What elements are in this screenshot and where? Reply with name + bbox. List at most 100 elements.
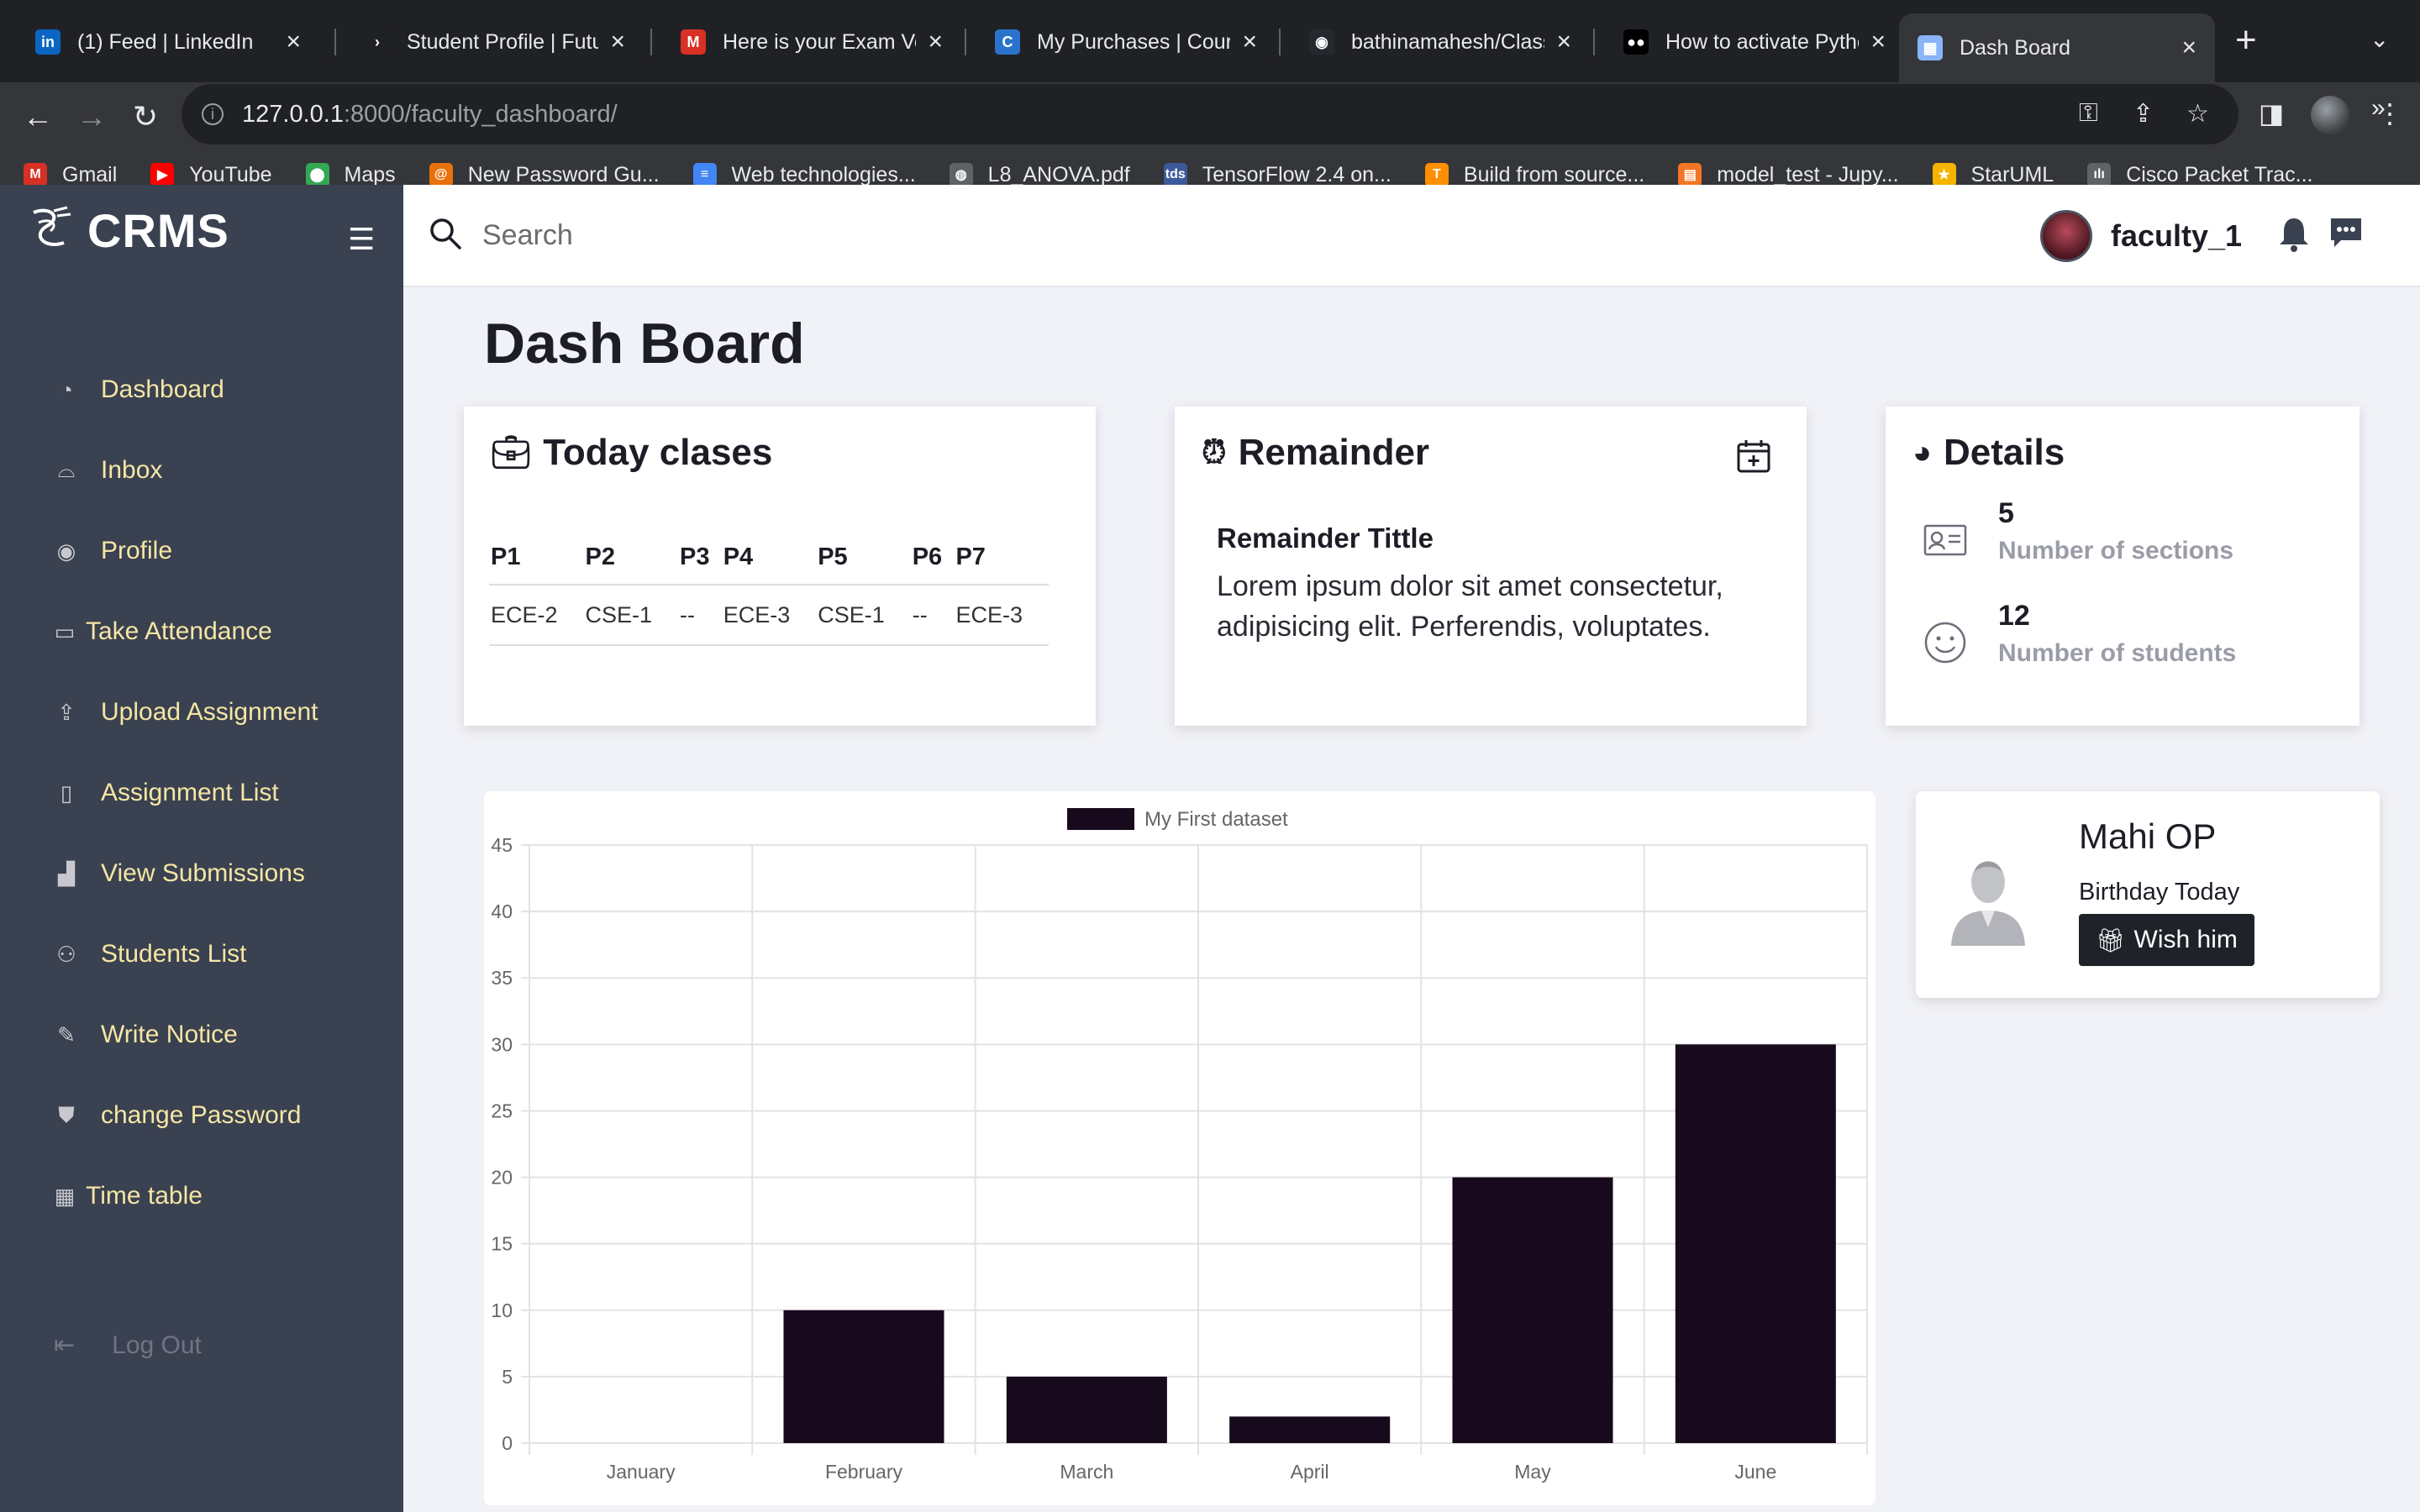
bookmark-icon: ★ bbox=[1932, 163, 1956, 186]
web-page: CRMS ☰ ◔ Dashboard ⌓ Inbox ◉ Profile ▭ Take Att… bbox=[0, 185, 2420, 1512]
students-count: 12 bbox=[1998, 600, 2030, 632]
user-circle-icon: ◉ bbox=[56, 538, 76, 564]
bookmark-item[interactable]: ▤ model_test - Jupy... bbox=[1678, 163, 1899, 187]
site-info-icon[interactable]: i bbox=[202, 103, 224, 125]
search-icon[interactable] bbox=[429, 217, 462, 250]
sections-label: Number of sections bbox=[1998, 537, 2234, 564]
bookmark-star-icon[interactable]: ☆ bbox=[2186, 99, 2209, 129]
sidebar-item-view-submissions[interactable]: ▟ View Submissions bbox=[0, 833, 403, 914]
bookmark-item[interactable]: tds TensorFlow 2.4 on... bbox=[1163, 163, 1392, 187]
user-menu[interactable]: faculty_1 bbox=[2040, 210, 2242, 262]
sidebar-item-write-notice[interactable]: ✎ Write Notice bbox=[0, 995, 403, 1075]
key-icon[interactable]: ⚿ bbox=[2079, 99, 2098, 128]
coursera-icon: C bbox=[995, 29, 1020, 55]
close-tab-icon[interactable]: × bbox=[1556, 28, 1571, 56]
class-cell: -- bbox=[910, 584, 955, 646]
bar-chart: 0 5 10 15 20 25 30 35 40 45 January February March Ap… bbox=[491, 808, 1868, 1483]
shield-icon: ⛊ bbox=[58, 1102, 75, 1127]
sidebar-item-profile[interactable]: ◉ Profile bbox=[0, 511, 403, 591]
browser-tab[interactable]: ▦ Dash Board × bbox=[1899, 13, 2215, 82]
share-icon[interactable]: ⇪ bbox=[2133, 99, 2154, 129]
students-stat: 12 Number of students bbox=[1923, 600, 2236, 668]
id-card-icon bbox=[1923, 524, 1967, 556]
close-tab-icon[interactable]: × bbox=[610, 28, 625, 56]
sidebar-item-inbox[interactable]: ⌓ Inbox bbox=[0, 430, 403, 511]
address-url[interactable]: 127.0.0.1:8000/faculty_dashboard/ bbox=[242, 101, 618, 129]
gauge-icon: ◔ bbox=[60, 376, 73, 402]
avatar[interactable] bbox=[2040, 210, 2092, 262]
period-header: P1 bbox=[491, 543, 521, 570]
bookmark-label: New Password Gu... bbox=[467, 162, 660, 186]
bookmark-item[interactable]: ▶ YouTube bbox=[150, 163, 272, 187]
back-arrow-icon[interactable]: ← bbox=[17, 99, 59, 134]
logout-icon: ⇤ bbox=[54, 1331, 76, 1359]
x-tick-label: June bbox=[1734, 1461, 1776, 1483]
medium-icon: ●● bbox=[1623, 29, 1649, 55]
address-bar[interactable]: i 127.0.0.1:8000/faculty_dashboard/ ⚿ ⇪ … bbox=[182, 84, 2238, 144]
forward-arrow-icon[interactable]: → bbox=[71, 99, 113, 134]
bookmark-item[interactable]: T Build from source... bbox=[1424, 163, 1644, 187]
menu-toggle-icon[interactable]: ☰ bbox=[348, 222, 375, 257]
class-cell: ECE-3 bbox=[721, 584, 817, 646]
chat-icon[interactable] bbox=[2328, 215, 2365, 250]
bell-icon[interactable] bbox=[2277, 215, 2311, 252]
browser-tab[interactable]: › Student Profile | Futur × bbox=[346, 15, 644, 69]
calendar-plus-icon[interactable] bbox=[1736, 438, 1771, 474]
side-panel-icon[interactable]: ◨ bbox=[2259, 97, 2284, 129]
bookmark-item[interactable]: ★ StarUML bbox=[1932, 163, 2054, 187]
browser-toolbar: ← → ↻ i 127.0.0.1:8000/faculty_dashboard… bbox=[0, 82, 2420, 202]
sidebar-item-label: Write Notice bbox=[101, 1021, 238, 1048]
sidebar-item-assignment-list[interactable]: ▯ Assignment List bbox=[0, 753, 403, 833]
search-input[interactable] bbox=[482, 210, 1239, 260]
bookmark-label: Web technologies... bbox=[731, 162, 916, 186]
close-tab-icon[interactable]: × bbox=[1870, 28, 1886, 56]
sidebar-item-take-attendance[interactable]: ▭ Take Attendance bbox=[0, 591, 403, 672]
close-tab-icon[interactable]: × bbox=[286, 28, 301, 56]
logout-link[interactable]: ⇤ Log Out bbox=[54, 1331, 202, 1360]
brand[interactable]: CRMS bbox=[25, 203, 229, 258]
browser-tab[interactable]: ●● How to activate Pytho × bbox=[1605, 15, 1904, 69]
remainder-title: Remainder Tittle bbox=[1217, 522, 1434, 554]
tab-title: Student Profile | Futur bbox=[407, 29, 599, 54]
linkedin-icon: in bbox=[35, 29, 60, 55]
tab-separator bbox=[334, 29, 336, 55]
new-tab-button[interactable]: + bbox=[2235, 22, 2257, 59]
bookmark-item[interactable]: ılı Cisco Packet Trac... bbox=[2087, 163, 2312, 187]
bookmark-item[interactable]: ◍ L8_ANOVA.pdf bbox=[949, 163, 1130, 187]
close-tab-icon[interactable]: × bbox=[928, 28, 943, 56]
bookmark-icon: ılı bbox=[2087, 163, 2112, 186]
sidebar-item-students-list[interactable]: ⚇ Students List bbox=[0, 914, 403, 995]
card-title: Details bbox=[1943, 432, 2065, 473]
browser-tab[interactable]: C My Purchases | Cours × bbox=[976, 15, 1276, 69]
reload-icon[interactable]: ↻ bbox=[124, 99, 166, 134]
birthday-subtitle: Birthday Today bbox=[2079, 879, 2240, 906]
sidebar-item-label: Take Attendance bbox=[86, 617, 272, 645]
birthday-card: Mahi OP Birthday Today 🎁︎ Wish him bbox=[1916, 791, 2380, 998]
bookmark-label: Gmail bbox=[62, 162, 118, 186]
bookmark-item[interactable]: @ New Password Gu... bbox=[429, 163, 660, 187]
browser-tab[interactable]: M Here is your Exam Vo × bbox=[662, 15, 961, 69]
inbox-icon: ⌓ bbox=[57, 457, 76, 482]
bookmark-item[interactable]: M Gmail bbox=[24, 163, 117, 187]
sidebar-item-upload-assignment[interactable]: ⇪ Upload Assignment bbox=[0, 672, 403, 753]
sidebar-item-change-password[interactable]: ⛊ change Password bbox=[0, 1075, 403, 1156]
briefcase-icon: 💼︎ bbox=[491, 435, 532, 470]
browser-tab[interactable]: in (1) Feed | LinkedIn × bbox=[17, 15, 319, 69]
more-bookmarks-icon[interactable]: » bbox=[2371, 94, 2386, 123]
browser-profile-avatar[interactable] bbox=[2311, 96, 2349, 134]
class-cell: -- bbox=[678, 584, 722, 646]
tab-search-chevron-icon[interactable]: ⌄ bbox=[2370, 25, 2389, 53]
sidebar-item-dashboard[interactable]: ◔ Dashboard bbox=[0, 349, 403, 430]
class-cell: ECE-2 bbox=[489, 584, 584, 646]
close-tab-icon[interactable]: × bbox=[1242, 28, 1257, 56]
browser-tab[interactable]: ◉ bathinamahesh/Class × bbox=[1291, 15, 1590, 69]
sidebar-item-time-table[interactable]: ▦ Time table bbox=[0, 1156, 403, 1236]
bookmark-item[interactable]: ≡ Web technologies... bbox=[692, 162, 916, 187]
y-tick-label: 35 bbox=[491, 967, 513, 989]
details-card: ◕ Details 5 Number of sections 12 Number… bbox=[1886, 407, 2360, 726]
bookmark-icon: @ bbox=[429, 163, 453, 186]
bookmark-item[interactable]: ⬤ Maps bbox=[305, 163, 396, 187]
sidebar-item-label: View Submissions bbox=[101, 859, 305, 887]
close-tab-icon[interactable]: × bbox=[2181, 34, 2196, 62]
wish-button[interactable]: 🎁︎ Wish him bbox=[2079, 914, 2254, 966]
